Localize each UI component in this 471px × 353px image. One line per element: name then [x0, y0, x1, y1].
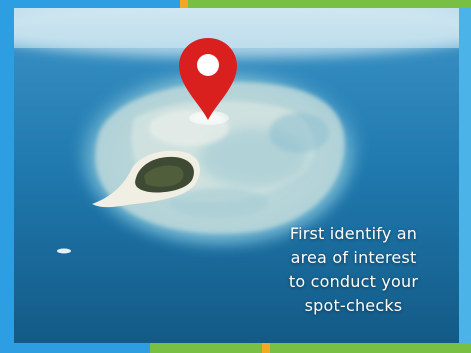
- frame-border-left: [0, 0, 14, 353]
- boat: [57, 248, 71, 254]
- frame-border-top-orange: [180, 0, 188, 8]
- caption-line-4: spot-checks: [304, 296, 403, 315]
- caption-text: First identify an area of interest to co…: [266, 222, 441, 318]
- frame-border-bottom-orange: [262, 343, 270, 353]
- frame-border-bottom-green: [150, 343, 471, 353]
- frame-border-right: [459, 0, 471, 353]
- frame-border-bottom-blue: [0, 343, 150, 353]
- caption-line-1: First identify an: [289, 224, 418, 243]
- frame-border-top-green: [188, 0, 471, 8]
- aerial-reef-photo: First identify an area of interest to co…: [14, 8, 459, 343]
- caption-line-2: area of interest: [290, 248, 417, 267]
- frame-border-top-blue: [0, 0, 180, 8]
- caption-line-3: to conduct your: [288, 272, 419, 291]
